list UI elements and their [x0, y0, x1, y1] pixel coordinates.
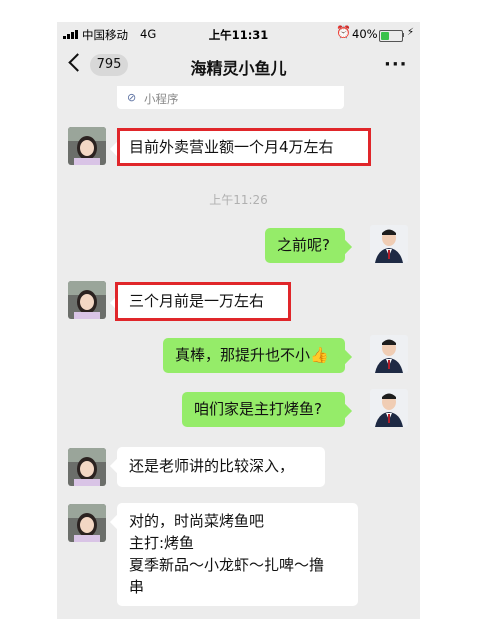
wechat-chat-screen: 中国移动 4G 上午11:31 ⏰ 40% ⚡ 795 海精灵小鱼儿 ··· ⊘…: [57, 22, 420, 619]
message-bubble-me[interactable]: 咱们家是主打烤鱼?: [182, 392, 345, 427]
avatar-other[interactable]: [68, 448, 106, 486]
message-text: 咱们家是主打烤鱼?: [194, 400, 322, 418]
avatar-me[interactable]: [370, 389, 408, 427]
message-bubble-me[interactable]: 之前呢?: [265, 228, 345, 263]
status-bar: 中国移动 4G 上午11:31 ⏰ 40% ⚡: [57, 22, 420, 46]
link-icon: ⊘: [127, 91, 137, 104]
mini-program-label: 小程序: [144, 92, 179, 106]
message-text: 对的，时尚菜烤鱼吧 主打:烤鱼 夏季新品～小龙虾～扎啤～撸 串: [129, 512, 325, 596]
battery-percent: 40%: [352, 27, 378, 41]
mini-program-card[interactable]: ⊘ 小程序: [117, 86, 344, 109]
avatar-me[interactable]: [370, 225, 408, 263]
message-text: 之前呢?: [277, 236, 330, 254]
chat-header: 795 海精灵小鱼儿 ···: [57, 46, 420, 86]
battery-icon: [379, 30, 403, 42]
message-text: 还是老师讲的比较深入，: [129, 457, 295, 475]
avatar-other[interactable]: [68, 281, 106, 319]
message-text: 目前外卖营业额一个月4万左右: [129, 138, 334, 156]
message-text: 真棒，那提升也不小👍: [175, 346, 329, 364]
message-bubble-other[interactable]: 还是老师讲的比较深入，: [117, 447, 325, 487]
avatar-other[interactable]: [68, 504, 106, 542]
message-bubble-other[interactable]: 对的，时尚菜烤鱼吧 主打:烤鱼 夏季新品～小龙虾～扎啤～撸 串: [117, 503, 358, 606]
charging-icon: ⚡: [407, 27, 415, 38]
chat-title: 海精灵小鱼儿: [190, 59, 287, 78]
message-text: 三个月前是一万左右: [129, 292, 265, 310]
timestamp: 上午11:26: [209, 193, 268, 207]
alarm-icon: ⏰: [336, 25, 351, 39]
more-options-icon[interactable]: ···: [384, 54, 408, 75]
message-bubble-me[interactable]: 真棒，那提升也不小👍: [163, 338, 345, 373]
avatar-me[interactable]: [370, 335, 408, 373]
avatar-other[interactable]: [68, 127, 106, 165]
